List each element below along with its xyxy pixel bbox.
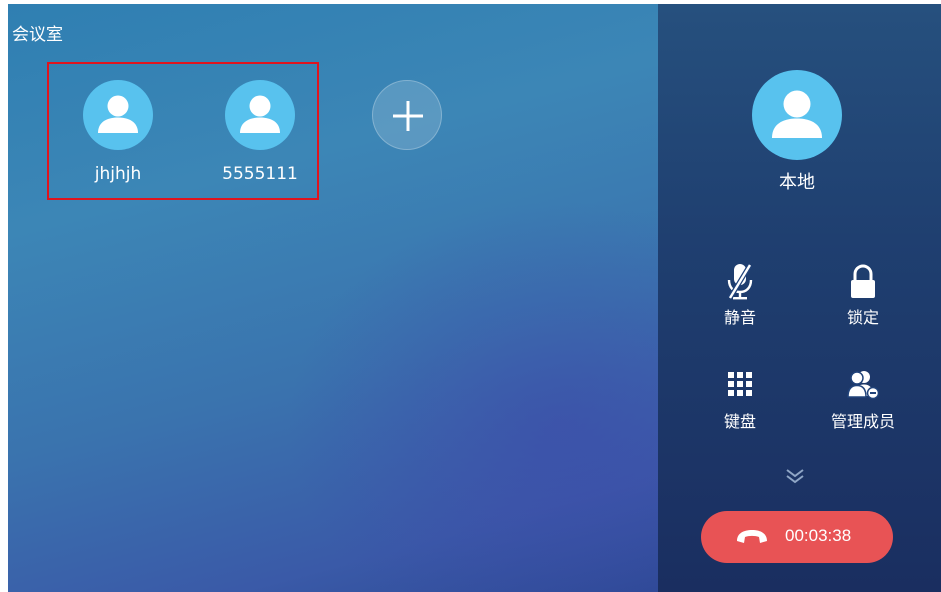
participant-1[interactable]: jhjhjh	[63, 80, 173, 184]
participant-avatar	[83, 80, 153, 150]
keypad-label: 键盘	[723, 412, 756, 431]
self-avatar	[752, 70, 842, 160]
participant-name: jhjhjh	[94, 164, 142, 184]
mute-button[interactable]: 静音	[695, 262, 785, 328]
add-participant-button[interactable]	[372, 80, 442, 150]
user-icon	[772, 90, 822, 138]
participant-name: 5555111	[222, 164, 298, 184]
manage-members-label: 管理成员	[830, 412, 895, 431]
mute-label: 静音	[723, 308, 756, 327]
user-icon	[240, 95, 280, 133]
keypad-icon	[728, 372, 752, 396]
plus-icon	[393, 101, 423, 131]
keypad-button[interactable]: 键盘	[695, 366, 785, 432]
hang-up-icon	[737, 530, 767, 543]
manage-members-icon	[847, 371, 880, 400]
chevron-down-icon[interactable]	[783, 466, 807, 486]
participant-avatar	[225, 80, 295, 150]
lock-button[interactable]: 锁定	[818, 262, 908, 328]
self-name: 本地	[779, 172, 815, 193]
conference-main-area: 会议室 jhjhjh 5555111	[8, 4, 658, 592]
lock-icon	[851, 264, 875, 298]
end-call-button[interactable]: 00:03:38	[701, 511, 893, 563]
call-timer: 00:03:38	[785, 526, 852, 545]
mic-off-icon	[727, 263, 753, 300]
lock-label: 锁定	[846, 308, 879, 327]
user-icon	[98, 95, 138, 133]
room-title: 会议室	[12, 25, 63, 45]
manage-members-button[interactable]: 管理成员	[818, 366, 908, 432]
participant-2[interactable]: 5555111	[205, 80, 315, 184]
